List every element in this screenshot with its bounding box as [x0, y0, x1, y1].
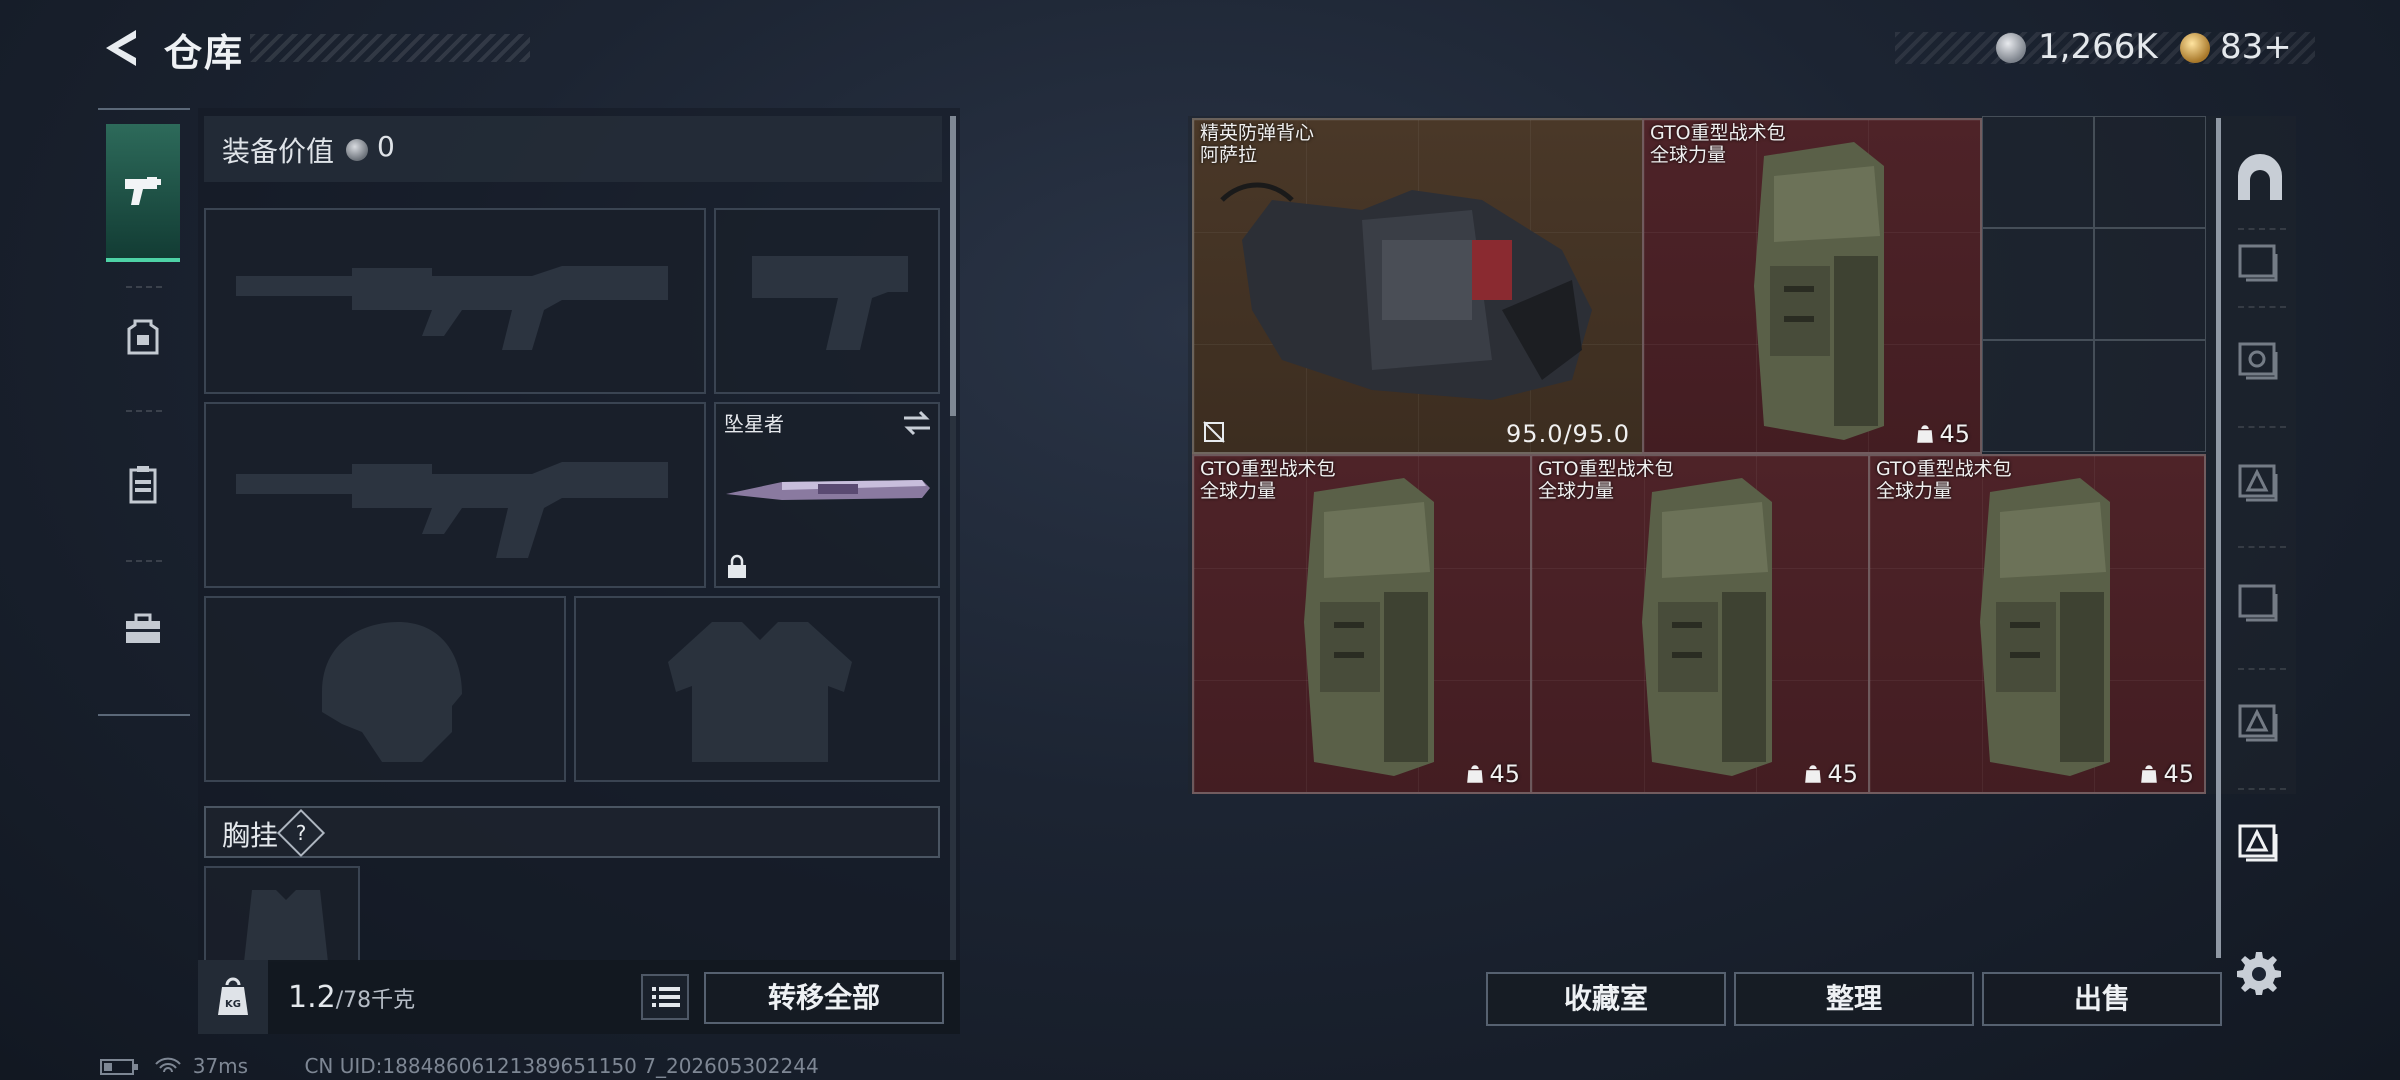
helmet-silhouette-icon — [322, 622, 462, 762]
ping-value: 37ms — [192, 1054, 249, 1078]
back-arrow-icon — [106, 30, 136, 66]
empty-cell[interactable] — [2094, 228, 2206, 340]
vest-icon — [1220, 182, 1592, 400]
melee-item-name: 坠星者 — [724, 412, 784, 436]
swap-icon[interactable] — [902, 410, 932, 436]
backpack-icon — [1304, 478, 1434, 776]
backpack-icon — [1754, 142, 1884, 440]
silver-currency-value[interactable]: 1,266K — [2038, 27, 2158, 67]
weight-icon: KG — [218, 977, 248, 1015]
stash-page-1-icon[interactable] — [2232, 236, 2288, 292]
capacity-stat: 45 — [2141, 760, 2194, 788]
title-decoration — [250, 34, 530, 62]
stash-item-backpack[interactable]: GTO重型战术包 全球力量 45 — [1530, 454, 1870, 794]
bag-icon — [1467, 765, 1484, 783]
empty-cell[interactable] — [2094, 340, 2206, 452]
capacity-stat: 45 — [1917, 420, 1970, 448]
stash-page-5-icon[interactable] — [2232, 696, 2288, 752]
backpack-icon — [127, 319, 159, 355]
bag-icon — [1805, 765, 1822, 783]
stash-item-vest[interactable]: 精英防弹背心 阿萨拉 95.0/95.0 — [1192, 118, 1644, 454]
durability-value: 95.0/95.0 — [1506, 420, 1630, 448]
stash-scrollbar[interactable] — [2216, 118, 2221, 958]
empty-cell[interactable] — [2094, 116, 2206, 228]
equipment-value: 0 — [377, 130, 395, 163]
primary-weapon-slot-2[interactable] — [204, 402, 706, 588]
gold-currency-value[interactable]: 83+ — [2220, 27, 2292, 67]
bag-icon — [1917, 425, 1934, 443]
backpack-icon — [1980, 478, 2110, 776]
back-button[interactable] — [98, 24, 144, 72]
empty-cell[interactable] — [1982, 228, 2094, 340]
list-icon — [652, 987, 680, 1007]
tab-toolbox[interactable] — [106, 562, 180, 696]
chest-rig-slot[interactable] — [204, 866, 360, 962]
stash-page-6-icon[interactable] — [2232, 816, 2288, 872]
bunker-icon[interactable] — [2232, 150, 2288, 206]
wifi-icon — [155, 1057, 182, 1073]
user-uid: CN UID:18848606121389651150 7_2026053022… — [304, 1054, 819, 1078]
silver-coin-icon — [346, 139, 368, 161]
helmet-slot[interactable] — [204, 596, 566, 782]
capacity-stat: 45 — [1467, 760, 1520, 788]
lock-icon — [728, 554, 746, 578]
equipment-value-label: 装备价值 — [222, 135, 335, 168]
capacity-stat: 45 — [1805, 760, 1858, 788]
stash-item-backpack[interactable]: GTO重型战术包 全球力量 45 — [1192, 454, 1532, 794]
backpack-icon — [1642, 478, 1772, 776]
list-view-button[interactable] — [641, 974, 689, 1020]
organize-button[interactable]: 整理 — [1734, 972, 1974, 1026]
silver-coin-icon — [1996, 33, 2026, 63]
gold-coin-icon — [2180, 33, 2210, 63]
gear-icon[interactable] — [2236, 950, 2282, 996]
sell-button[interactable]: 出售 — [1982, 972, 2222, 1026]
transfer-all-button[interactable]: 转移全部 — [704, 972, 944, 1024]
pistol-silhouette-icon — [752, 256, 908, 350]
category-tabs — [98, 108, 190, 716]
pistol-icon — [125, 177, 161, 205]
stash-page-4-icon[interactable] — [2232, 576, 2288, 632]
primary-weapon-slot-1[interactable] — [204, 208, 706, 394]
empty-cell[interactable] — [1982, 116, 2094, 228]
tab-backpack[interactable] — [106, 270, 180, 404]
equipment-scrollbar-thumb[interactable] — [950, 116, 956, 416]
battery-icon — [100, 1059, 138, 1075]
tab-weapons[interactable] — [106, 124, 180, 262]
page-title: 仓库 — [164, 31, 245, 75]
chest-rig-silhouette-icon — [244, 890, 328, 962]
bag-icon — [2141, 765, 2158, 783]
weight-icon-box: KG — [198, 960, 268, 1034]
knife-icon — [726, 480, 930, 500]
armor-silhouette-icon — [668, 622, 852, 762]
rifle-silhouette-icon — [236, 266, 668, 350]
chest-rig-icon — [129, 466, 157, 504]
capacity-readout: 1.2/78千克 — [288, 980, 416, 1015]
collection-room-button[interactable]: 收藏室 — [1486, 972, 1726, 1026]
sidearm-slot[interactable] — [714, 208, 940, 394]
broken-icon — [1203, 421, 1225, 443]
melee-slot[interactable]: 坠星者 — [714, 402, 940, 588]
empty-cell[interactable] — [1982, 340, 2094, 452]
stash-page-3-icon[interactable] — [2232, 456, 2288, 512]
tab-chest-rig[interactable] — [106, 418, 180, 552]
status-bar: 37ms CN UID:18848606121389651150 7_20260… — [100, 1054, 819, 1078]
body-armor-slot[interactable] — [574, 596, 940, 782]
chest-rig-label: 胸挂 — [222, 819, 279, 852]
stash-page-2-icon[interactable] — [2232, 334, 2288, 390]
stash-item-backpack[interactable]: GTO重型战术包 全球力量 45 — [1868, 454, 2206, 794]
rifle-silhouette-icon — [236, 462, 668, 558]
stash-item-backpack[interactable]: GTO重型战术包 全球力量 45 — [1642, 118, 1982, 454]
toolbox-icon — [126, 613, 160, 643]
svg-text:KG: KG — [225, 999, 241, 1010]
